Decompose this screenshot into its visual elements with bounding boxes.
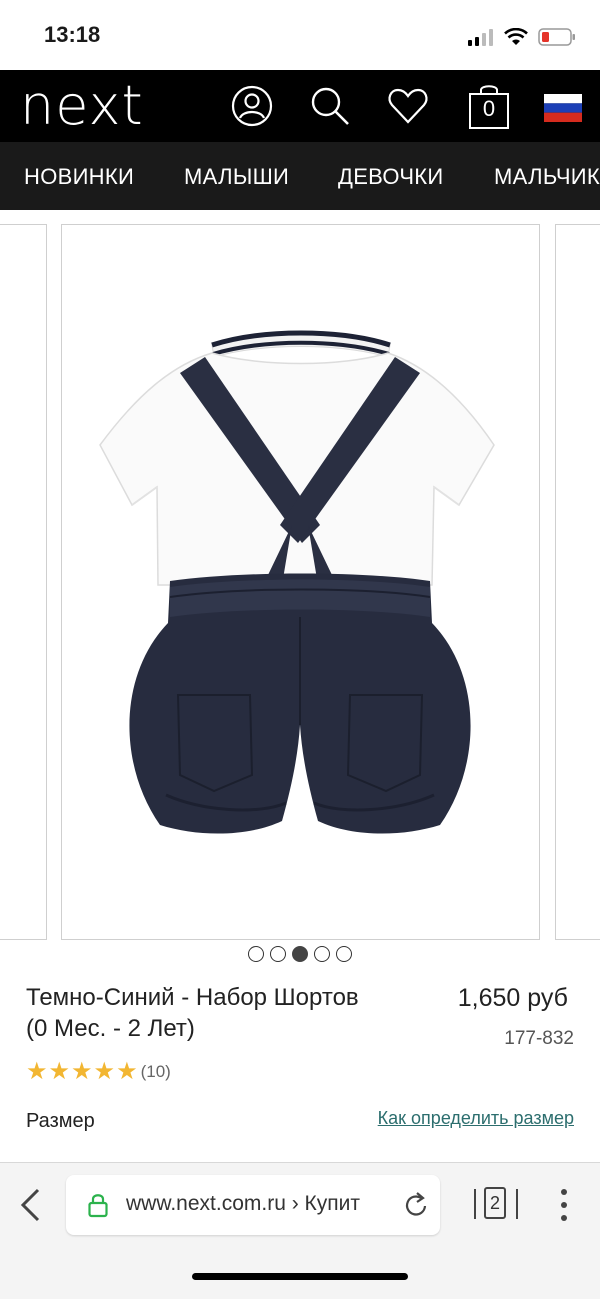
pagination-dot[interactable] bbox=[248, 946, 264, 962]
status-bar: 13:18 bbox=[0, 0, 600, 70]
battery-icon bbox=[538, 28, 575, 46]
review-count[interactable]: (10) bbox=[141, 1062, 171, 1082]
nav-item-babies[interactable]: МАЛЫШИ bbox=[184, 164, 289, 190]
tab-count: 2 bbox=[489, 1193, 500, 1213]
pagination-dot[interactable] bbox=[270, 946, 286, 962]
star-icon: ★ bbox=[116, 1058, 138, 1085]
pagination-dot-active[interactable] bbox=[292, 946, 308, 962]
gallery-pagination bbox=[0, 946, 600, 968]
site-header: next 0 bbox=[0, 70, 600, 142]
product-sku: 177-832 bbox=[504, 1028, 574, 1049]
search-icon[interactable] bbox=[308, 84, 352, 128]
size-guide-link[interactable]: Как определить размер bbox=[378, 1108, 574, 1129]
pagination-dot[interactable] bbox=[336, 946, 352, 962]
browser-toolbar: www.next.com.ru › Купит 2 bbox=[0, 1162, 600, 1299]
product-image bbox=[99, 330, 495, 834]
star-icon: ★ bbox=[48, 1058, 71, 1085]
more-menu-icon[interactable] bbox=[558, 1187, 570, 1223]
reload-icon[interactable] bbox=[404, 1191, 430, 1219]
home-indicator bbox=[192, 1273, 408, 1280]
prev-image-frame[interactable] bbox=[0, 224, 47, 940]
nav-item-new[interactable]: НОВИНКИ bbox=[24, 164, 134, 190]
tabs-button[interactable]: 2 bbox=[474, 1185, 518, 1225]
size-label: Размер bbox=[26, 1110, 95, 1132]
logo[interactable]: next bbox=[20, 76, 144, 136]
signal-icon bbox=[468, 29, 493, 46]
category-nav: НОВИНКИ МАЛЫШИ ДЕВОЧКИ МАЛЬЧИКИ bbox=[0, 142, 600, 210]
nav-item-girls[interactable]: ДЕВОЧКИ bbox=[338, 164, 444, 190]
product-price: 1,650 руб bbox=[457, 984, 568, 1012]
product-gallery[interactable] bbox=[0, 210, 600, 944]
back-icon[interactable] bbox=[18, 1187, 42, 1223]
wifi-icon bbox=[504, 28, 528, 45]
bag-count: 0 bbox=[482, 96, 496, 121]
nav-item-boys[interactable]: МАЛЬЧИКИ bbox=[494, 164, 600, 190]
product-title: Темно-Синий - Набор Шортов (0 Мес. - 2 Л… bbox=[26, 984, 359, 1042]
account-icon[interactable] bbox=[230, 84, 274, 128]
url-text: www.next.com.ru › Купит bbox=[126, 1192, 360, 1215]
star-icon: ★ bbox=[26, 1058, 48, 1085]
russia-flag-icon[interactable] bbox=[544, 94, 582, 122]
address-bar[interactable]: www.next.com.ru › Купит bbox=[66, 1175, 440, 1235]
status-icons bbox=[468, 24, 576, 50]
pagination-dot[interactable] bbox=[314, 946, 330, 962]
status-time: 13:18 bbox=[44, 22, 101, 47]
star-icon: ★ bbox=[93, 1058, 116, 1085]
star-icon: ★ bbox=[71, 1058, 93, 1085]
product-image-frame[interactable] bbox=[61, 224, 540, 940]
lock-icon bbox=[88, 1194, 108, 1218]
product-rating[interactable]: ★ ★ ★ ★ ★ (10) bbox=[26, 1060, 171, 1084]
heart-icon[interactable] bbox=[386, 84, 430, 128]
next-image-frame[interactable] bbox=[555, 224, 600, 940]
